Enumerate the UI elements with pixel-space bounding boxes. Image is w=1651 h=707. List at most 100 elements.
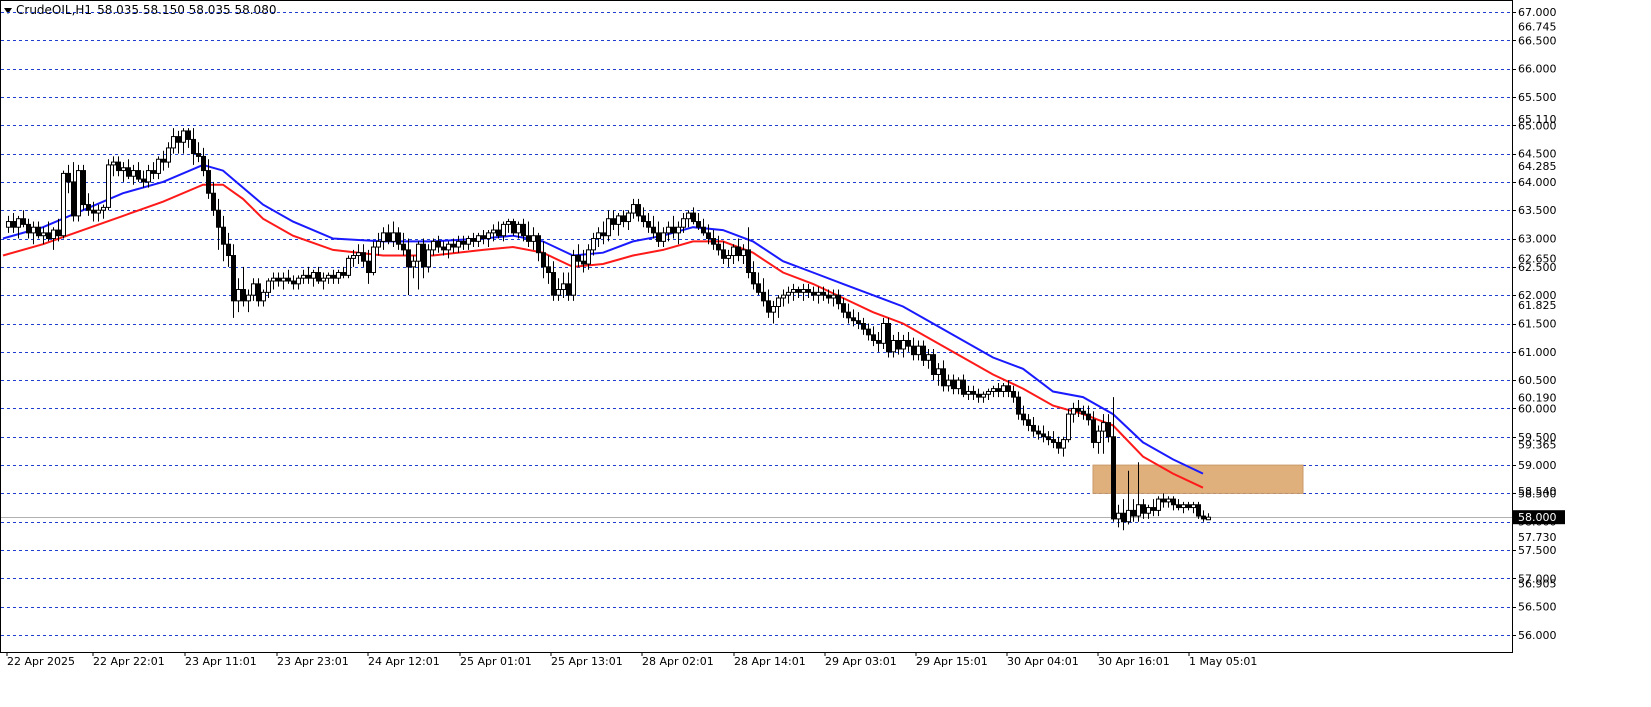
- bear-candle-body: [306, 274, 311, 279]
- candle: [636, 198, 641, 222]
- bear-candle-body: [26, 223, 31, 234]
- bear-candle-body: [866, 328, 871, 336]
- bear-candle-body: [851, 317, 856, 322]
- bear-candle-body: [256, 283, 261, 302]
- candle: [756, 272, 761, 296]
- bear-candle-body: [1161, 498, 1166, 503]
- y-tick-label: 59.000: [1518, 459, 1557, 472]
- candle: [836, 289, 841, 310]
- candle: [891, 334, 896, 358]
- candle: [1031, 416, 1036, 437]
- candle: [1046, 431, 1051, 446]
- bear-candle-body: [11, 221, 16, 228]
- axes: 67.00066.50066.00065.50065.00064.50064.0…: [0, 0, 1565, 668]
- bull-candle-body: [626, 212, 631, 223]
- candle: [1076, 399, 1081, 417]
- candle: [346, 255, 351, 279]
- y-tick-label: 64.000: [1518, 176, 1557, 189]
- price-chart[interactable]: 67.00066.50066.00065.50065.00064.50064.0…: [0, 0, 1651, 707]
- candle: [1096, 425, 1101, 454]
- bear-candle-body: [691, 212, 696, 223]
- candle: [1196, 501, 1201, 519]
- bull-candle-body: [1071, 407, 1076, 415]
- bear-candle-body: [996, 388, 1001, 392]
- candle: [236, 278, 241, 313]
- candle: [916, 340, 921, 361]
- x-tick-label: 29 Apr 15:01: [916, 655, 988, 668]
- bull-candle-body: [1096, 430, 1101, 443]
- bear-candle-body: [331, 274, 336, 279]
- bear-candle-body: [716, 243, 721, 251]
- bear-candle-body: [821, 291, 826, 296]
- candle: [301, 269, 306, 284]
- candle: [936, 363, 941, 386]
- bear-candle-body: [736, 246, 741, 257]
- candle: [866, 323, 871, 341]
- bull-candle-body: [491, 229, 496, 234]
- bull-candle-body: [156, 158, 161, 174]
- bear-candle-body: [806, 289, 811, 293]
- candle: [661, 227, 666, 248]
- candle: [991, 385, 996, 398]
- bear-candle-body: [141, 178, 146, 183]
- bull-candle-body: [311, 272, 316, 279]
- bull-candle-body: [411, 260, 416, 268]
- bull-candle-body: [6, 221, 11, 228]
- candle: [731, 244, 736, 265]
- bear-candle-body: [1056, 441, 1061, 449]
- candle: [416, 241, 421, 290]
- bull-candle-body: [106, 164, 111, 208]
- bull-candle-body: [1061, 439, 1066, 449]
- candle: [951, 374, 956, 395]
- candle: [1161, 493, 1166, 508]
- x-tick-label: 23 Apr 23:01: [277, 655, 349, 668]
- candle: [1151, 499, 1156, 517]
- bull-candle-body: [731, 246, 736, 257]
- bull-candle-body: [1146, 507, 1151, 514]
- candle: [336, 269, 341, 284]
- bull-candle-body: [181, 130, 186, 143]
- bear-candle-body: [931, 354, 936, 375]
- bear-candle-body: [911, 345, 916, 356]
- candle: [561, 272, 566, 299]
- bear-candle-body: [1151, 507, 1156, 511]
- candle: [86, 193, 91, 216]
- bear-candle-body: [201, 155, 206, 172]
- bear-candle-body: [576, 255, 581, 262]
- bull-candle-body: [726, 255, 731, 259]
- candle: [606, 210, 611, 242]
- candle: [776, 295, 781, 318]
- bull-candle-body: [916, 345, 921, 356]
- bull-candle-body: [1156, 498, 1161, 511]
- bear-candle-body: [536, 235, 541, 254]
- bear-candle-body: [841, 303, 846, 313]
- bear-candle-body: [386, 232, 391, 242]
- candle: [726, 249, 731, 267]
- candle: [196, 142, 201, 163]
- candle: [71, 162, 76, 222]
- bull-candle-body: [111, 161, 116, 166]
- bull-candle-body: [61, 172, 66, 237]
- bull-candle-body: [501, 223, 506, 237]
- y-extra-label: 65.110: [1518, 113, 1557, 126]
- bear-candle-body: [601, 232, 606, 237]
- chart-window[interactable]: CrudeOIL,H1 58.035 58.150 58.035 58.080 6…: [0, 0, 1651, 707]
- candle: [601, 221, 606, 245]
- candle: [631, 198, 636, 219]
- candle: [176, 130, 181, 154]
- candle: [1171, 496, 1176, 511]
- bear-candle-body: [1031, 424, 1036, 432]
- candle: [1056, 436, 1061, 454]
- bull-candle-body: [831, 294, 836, 299]
- candle: [546, 255, 551, 284]
- candle: [946, 374, 951, 392]
- bear-candle-body: [1121, 512, 1126, 523]
- candle: [296, 275, 301, 290]
- candle: [26, 218, 31, 239]
- bull-candle-body: [51, 229, 56, 240]
- x-tick-label: 28 Apr 14:01: [734, 655, 806, 668]
- candle: [426, 244, 431, 273]
- bull-candle-body: [801, 289, 806, 293]
- candle: [611, 210, 616, 231]
- bear-candle-body: [316, 272, 321, 282]
